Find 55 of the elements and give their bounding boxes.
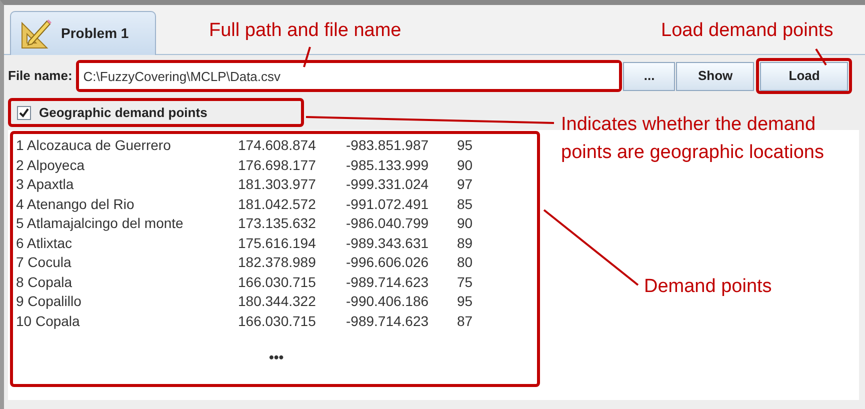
table-cell-text: 166.030.715 [238, 312, 317, 331]
table-cell-text: 90 [457, 214, 473, 234]
table-cell-text: 166.030.715 [238, 272, 317, 292]
set-square-pencil-icon [19, 16, 53, 50]
table-cell-text: 4 Atenango del Rio [16, 194, 136, 214]
tab[interactable]: Problem 1 [10, 11, 156, 55]
show-button[interactable]: Show [676, 62, 754, 90]
table-cell-text: -989.714.623 [346, 272, 430, 292]
table-cell-text: -991.072.491 [346, 194, 430, 214]
table-cell-text: -985.133.999 [346, 156, 430, 175]
checkbox-label: Geographic demand points [39, 104, 208, 122]
table-cell-text: 176.698.177 [238, 156, 317, 175]
table-cell-text: 7 Cocula [16, 253, 72, 272]
table-cell-text: 174.608.874 [238, 136, 317, 156]
table-cell-text: 87 [457, 312, 473, 331]
field-label: File name: [8, 67, 72, 86]
table-cell-text: 9 Copalillo [16, 292, 82, 312]
table-cell-text: 6 Atlixtac [16, 234, 74, 253]
table-cell-text: 95 [457, 292, 473, 312]
browse-button[interactable]: ... [623, 62, 676, 90]
checkmark-icon [19, 108, 29, 118]
table-cell-text: -996.606.026 [346, 253, 430, 272]
annotation-text: Demand points [644, 275, 772, 299]
annotation-text: Indicates whether the demand points are geographic locations [561, 113, 826, 165]
table-cell-text: 8 Copala [16, 272, 74, 292]
table-cell-text: 5 Atlamajalcingo del monte [16, 214, 184, 234]
table-cell-text: 10 Copala [16, 312, 81, 331]
table-cell-text: 90 [457, 156, 473, 175]
table-cell-text: 3 Apaxtla [16, 175, 75, 194]
table-cell-text: -999.331.024 [346, 175, 430, 194]
table-cell-text: 75 [457, 272, 473, 292]
annotation-text: Load demand points [661, 19, 834, 43]
table-cell-text: -983.851.987 [346, 136, 430, 156]
table-cell-text: 2 Alpoyeca [16, 156, 86, 175]
table-cell-text: 173.135.632 [238, 214, 317, 234]
table-cell-text: 97 [457, 175, 473, 194]
table-cell-text: 181.303.977 [238, 175, 317, 194]
table-cell-text: -986.040.799 [346, 214, 430, 234]
table-cell-text: -990.406.186 [346, 292, 430, 312]
table-cell-text: 181.042.572 [238, 194, 317, 214]
more-indicator: ••• [269, 348, 284, 367]
file-path-field[interactable]: C:\FuzzyCovering\MCLP\Data.csv [79, 63, 620, 89]
table-cell-text: -989.343.631 [346, 234, 430, 253]
table-cell-text: -989.714.623 [346, 312, 430, 331]
table-cell-text: 182.378.989 [238, 253, 317, 272]
annotation-text: Full path and file name [209, 19, 402, 43]
table-cell-text: 175.616.194 [238, 234, 317, 253]
table-cell-text: 180.344.322 [238, 292, 317, 312]
checkbox[interactable] [17, 106, 31, 120]
table-cell-text: 1 Alcozauca de Guerrero [16, 136, 172, 156]
load-button[interactable]: Load [760, 62, 848, 90]
table-cell-text: 95 [457, 136, 473, 156]
table-cell-text: 80 [457, 253, 473, 272]
table-cell-text: 85 [457, 194, 473, 214]
table-cell-text: 89 [457, 234, 473, 253]
